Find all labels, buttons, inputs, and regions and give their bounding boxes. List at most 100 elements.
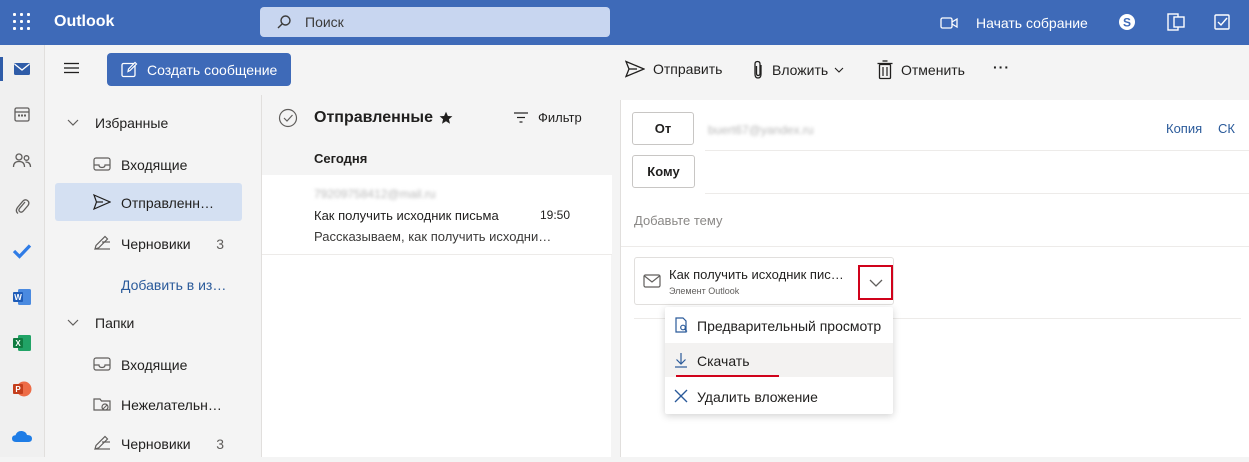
attach-label: Вложить [772, 62, 829, 78]
message-list-header: Отправленные Фильтр [262, 95, 612, 139]
filter-button[interactable]: Фильтр [514, 110, 582, 125]
filter-icon [514, 112, 528, 123]
folder-item-inbox-favorite[interactable]: Входящие [55, 145, 242, 183]
folder-item-sent-favorite[interactable]: Отправленн… [55, 183, 242, 221]
svg-text:P: P [15, 385, 21, 394]
attachment-context-menu: Предварительный просмотр Скачать Удалить… [665, 307, 893, 414]
onedrive-icon[interactable] [11, 425, 33, 447]
message-subject: Как получить исходник письма [314, 208, 499, 223]
download-arrow-icon [675, 353, 687, 368]
message-preview: Рассказываем, как получить исходни… [314, 229, 552, 244]
date-group-header: Сегодня [262, 139, 612, 175]
mail-icon[interactable] [11, 58, 33, 80]
word-icon[interactable]: W [11, 286, 33, 308]
folders-group-label: Папки [95, 315, 135, 331]
svg-text:W: W [14, 293, 22, 302]
folder-item-label: Нежелательн… [121, 397, 222, 413]
select-all-circle-icon[interactable] [278, 108, 298, 128]
calendar-icon[interactable] [11, 103, 33, 125]
folder-title: Отправленные [314, 109, 433, 126]
video-camera-icon [940, 16, 958, 29]
subject-input[interactable]: Добавьте тему [634, 213, 723, 228]
add-favorite-link[interactable]: Добавить в из… [121, 277, 226, 293]
send-icon [625, 60, 645, 78]
folder-item-label: Входящие [121, 157, 188, 173]
cc-link[interactable]: Копия [1166, 121, 1202, 136]
paperclip-icon [754, 60, 762, 79]
bcc-link[interactable]: СК [1218, 121, 1235, 136]
inbox-icon [93, 357, 111, 371]
menu-item-preview[interactable]: Предварительный просмотр [665, 308, 893, 342]
send-label: Отправить [653, 61, 723, 77]
todo-check-icon[interactable] [11, 240, 33, 262]
from-address: buert67@yandex.ru [708, 123, 814, 137]
date-group-label: Сегодня [314, 151, 368, 166]
favorite-star-icon[interactable] [439, 111, 453, 125]
excel-icon[interactable]: X [11, 332, 33, 354]
discard-label: Отменить [901, 62, 965, 78]
search-input[interactable]: Поиск [260, 7, 610, 37]
unread-count: 3 [216, 236, 224, 252]
from-button[interactable]: От [632, 112, 694, 145]
close-x-icon [674, 389, 688, 403]
folder-item-inbox[interactable]: Входящие [55, 345, 242, 383]
more-actions-button[interactable]: ··· [993, 59, 1010, 75]
favorites-group-label: Избранные [95, 115, 169, 131]
folder-item-label: Черновики [121, 236, 191, 252]
send-button[interactable]: Отправить [625, 60, 722, 78]
menu-item-download[interactable]: Скачать [665, 343, 893, 377]
app-title[interactable]: Outlook [54, 13, 114, 31]
folder-item-label: Черновики [121, 436, 191, 452]
message-list-item[interactable]: 79209758412@mail.ru Как получить исходни… [262, 175, 612, 255]
message-time: 19:50 [540, 208, 571, 222]
filter-label: Фильтр [538, 110, 582, 125]
folder-item-drafts[interactable]: Черновики 3 [55, 424, 242, 462]
attachment-card[interactable]: Как получить исходник пис… Элемент Outlo… [634, 257, 894, 305]
attach-button[interactable]: Вложить [752, 60, 844, 80]
discard-button[interactable]: Отменить [877, 60, 965, 80]
hamburger-menu-icon[interactable] [64, 62, 79, 74]
menu-item-label: Предварительный просмотр [697, 318, 882, 334]
unread-count: 3 [216, 436, 224, 452]
message-list: Отправленные Фильтр Сегодня 79209758412@… [261, 95, 612, 457]
menu-item-label: Скачать [697, 353, 750, 369]
svg-text:S: S [1123, 16, 1131, 30]
tasks-icon[interactable] [1212, 12, 1232, 32]
menu-item-remove-attachment[interactable]: Удалить вложение [665, 379, 893, 413]
to-button[interactable]: Кому [632, 155, 695, 188]
search-placeholder: Поиск [305, 14, 344, 30]
preview-document-icon [675, 317, 688, 333]
favorites-group-toggle[interactable]: Избранные [67, 115, 168, 131]
folder-item-drafts-favorite[interactable]: Черновики 3 [55, 224, 242, 262]
top-bar: Outlook Поиск Начать собрание S [0, 0, 1249, 45]
new-message-label: Создать сообщение [147, 61, 278, 78]
subject-divider [621, 246, 1249, 247]
chevron-down-icon [834, 67, 844, 73]
svg-text:X: X [15, 339, 21, 348]
chevron-down-icon [67, 119, 79, 126]
folder-item-junk[interactable]: Нежелательн… [55, 385, 242, 423]
to-divider [705, 193, 1249, 194]
download-underline-highlight [676, 375, 779, 377]
skype-icon[interactable]: S [1117, 12, 1137, 32]
app-launcher-icon[interactable] [12, 12, 32, 32]
meet-now-button[interactable]: Начать собрание [940, 0, 1088, 45]
attachment-options-button[interactable] [858, 265, 893, 300]
menu-item-label: Удалить вложение [697, 389, 818, 405]
send-icon [93, 194, 111, 210]
drafts-pencil-icon [94, 435, 110, 450]
from-divider [705, 150, 1249, 151]
office-icon[interactable] [1166, 12, 1186, 32]
app-rail: W X P [0, 45, 45, 457]
folders-group-toggle[interactable]: Папки [67, 315, 134, 331]
envelope-icon [643, 274, 661, 288]
people-icon[interactable] [11, 149, 33, 171]
junk-folder-icon [93, 398, 111, 411]
compose-pencil-icon [121, 61, 138, 78]
new-message-button[interactable]: Создать сообщение [107, 53, 291, 86]
powerpoint-icon[interactable]: P [11, 378, 33, 400]
files-attachment-icon[interactable] [11, 195, 33, 217]
folder-pane: Избранные Входящие Отправленн… Черновики… [45, 95, 260, 457]
trash-icon [877, 60, 893, 80]
attachment-name: Как получить исходник пис… [669, 267, 844, 282]
